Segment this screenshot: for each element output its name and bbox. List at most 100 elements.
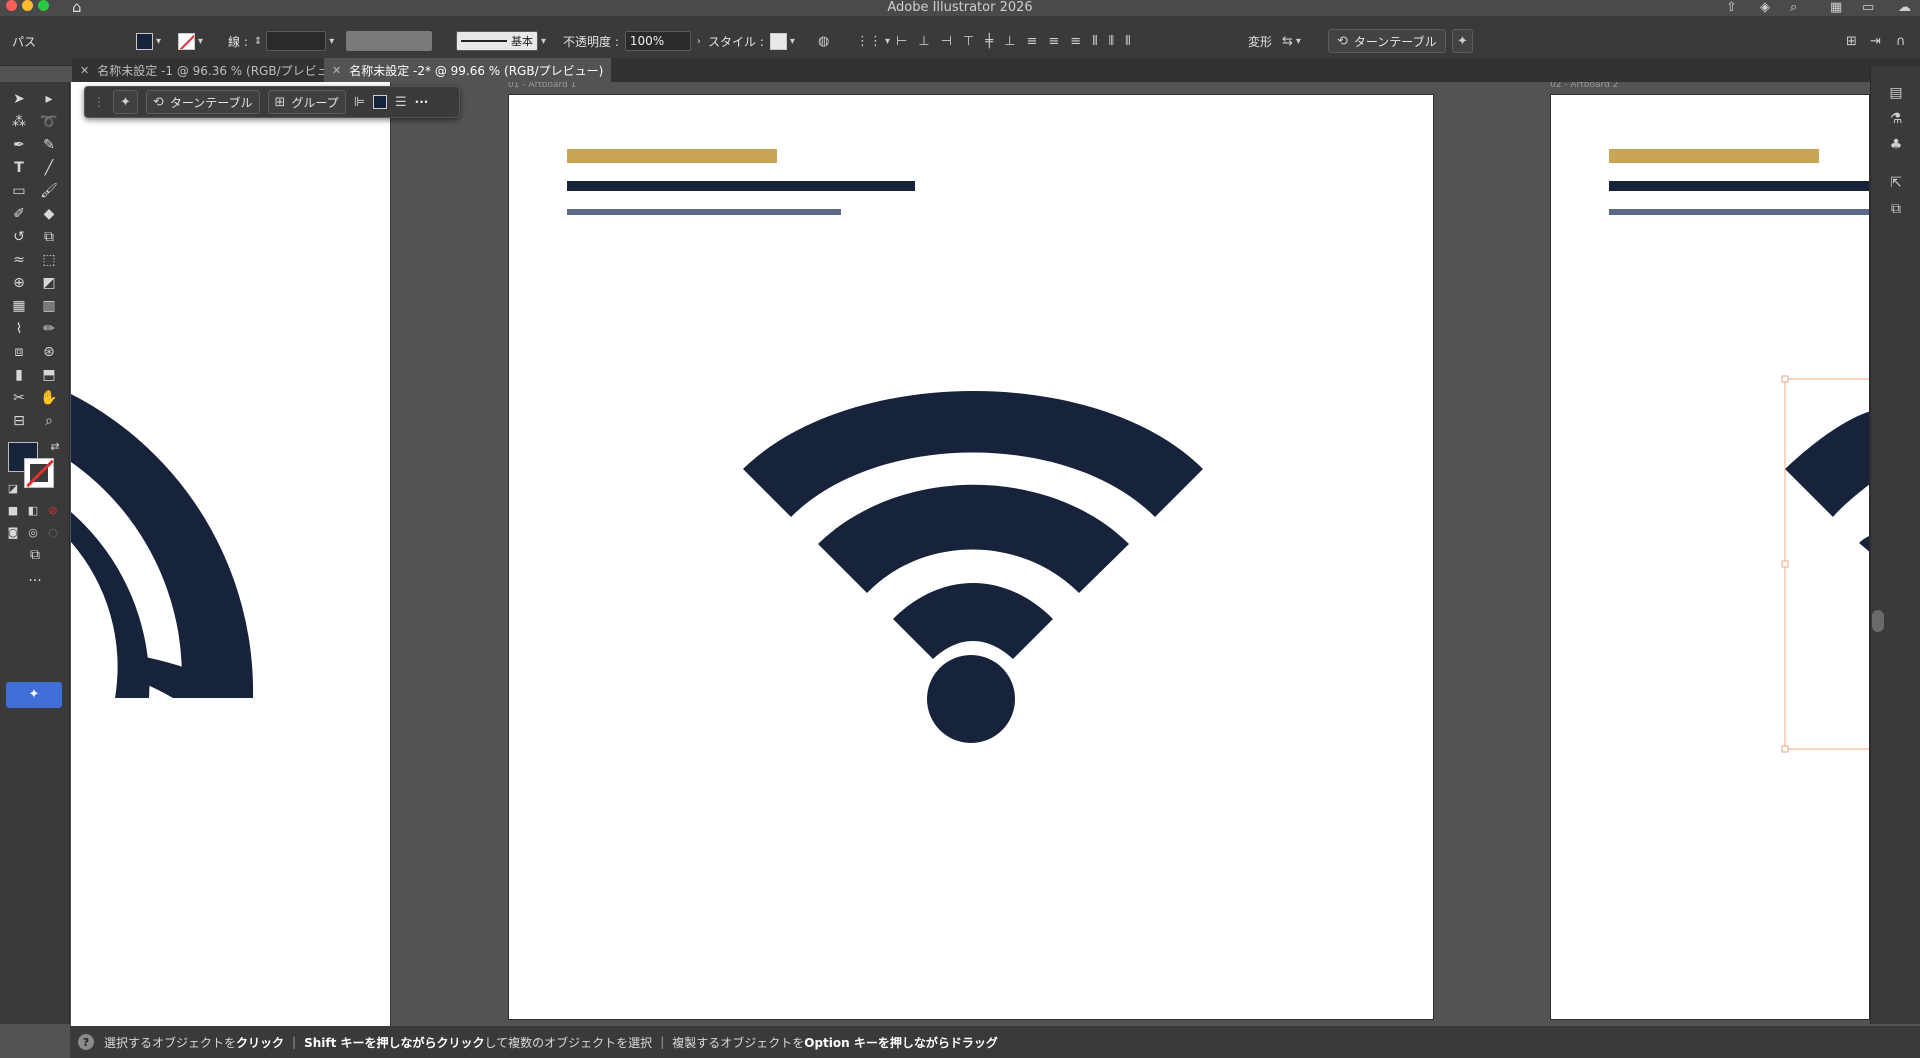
status-text-bold: Shift キーを押しながら [304,1035,437,1050]
generative-tool-button[interactable]: ✦ [6,682,62,708]
generative-button[interactable]: ✦ [113,90,138,114]
default-colors-icon[interactable]: ◪ [2,478,24,500]
menu-icon[interactable]: ☰ [395,95,407,110]
screen-mode-icon[interactable]: ⧉ [24,544,46,566]
status-text: 選択するオブジェクトを [104,1035,237,1050]
partial-wifi-artwork[interactable] [71,82,391,1026]
properties-panel-icon[interactable]: ▤ [1885,82,1907,104]
line-tool-icon[interactable]: ╱ [38,157,60,179]
search-icon[interactable]: ⌕ [1790,0,1797,15]
workspace-icon[interactable]: ▦ [1830,0,1842,15]
print-tiling-tool-icon[interactable]: ⊟ [8,410,30,432]
artboard-left[interactable] [71,82,391,1026]
stroke-swatch[interactable] [178,32,195,50]
wifi-icon-partial[interactable] [1551,95,1870,1020]
color-mode-icon[interactable]: ■ [2,500,24,522]
align-icon[interactable]: ⊫ [354,95,365,110]
chevron-right-icon[interactable]: › [697,36,701,47]
vertical-scrollbar[interactable] [1872,610,1884,632]
panel-toggle-icon[interactable]: ▭ [1862,0,1874,15]
align-bottom-icon[interactable]: ⊥ [1004,34,1015,49]
bell-icon[interactable]: ◈ [1760,0,1770,15]
fill-swatch[interactable] [136,32,153,50]
layers-panel-icon[interactable]: ⧉ [1885,198,1907,220]
swap-colors-icon[interactable]: ⇄ [44,436,66,458]
libraries-panel-icon[interactable]: ⚗ [1885,108,1907,130]
distribute-hcenter-icon[interactable]: ⫴ [1109,34,1114,49]
align-top-icon[interactable]: ⊤ [963,34,974,49]
distribute-vcenter-icon[interactable]: ≡ [1048,34,1059,49]
drag-handle-icon[interactable]: ⋮ [93,95,105,109]
tab-label: 名称未設定 -1 @ 96.36 % (RGB/プレビュー) [97,63,346,78]
free-transform-tool-icon[interactable]: ⬚ [38,249,60,271]
ctx-turntable-button[interactable]: ⟲ ターンテーブル [145,90,260,114]
paintbrush-tool-icon[interactable]: 🖌 [38,180,60,202]
scale-tool-icon[interactable]: ⧉ [38,226,60,248]
shaper-tool-icon[interactable]: ✐ [8,203,30,225]
align-left-icon[interactable]: ⊢ [896,34,907,49]
shape-builder-tool-icon[interactable]: ⊕ [8,272,30,294]
hand-tool-icon[interactable]: ✋ [38,387,60,409]
artboard-tool-icon[interactable]: ⬒ [38,364,60,386]
rectangle-tool-icon[interactable]: ▭ [8,180,30,202]
distribute-left-icon[interactable]: ⫴ [1092,34,1097,49]
draw-inside-icon[interactable]: ◌ [42,522,64,544]
live-paint-tool-icon[interactable]: ◩ [38,272,60,294]
none-mode-icon[interactable]: ⊘ [42,500,64,522]
zoom-tool-icon[interactable]: ⌕ [38,410,60,432]
type-tool-icon[interactable]: T [8,157,30,179]
rotate-tool-icon[interactable]: ↺ [8,226,30,248]
eraser-tool-icon[interactable]: ◆ [38,203,60,225]
symbols-panel-icon[interactable]: ♣ [1885,134,1907,156]
export-panel-icon[interactable]: ⇱ [1885,172,1907,194]
curvature-tool-icon[interactable]: ✎ [38,134,60,156]
tab-document-2[interactable]: ✕ 名称未設定 -2* @ 99.66 % (RGB/プレビュー) [324,58,612,82]
align-vcenter-icon[interactable]: ╪ [985,34,993,49]
artboard-center[interactable] [508,94,1434,1020]
stepper-icon[interactable]: ⇕ [254,36,262,47]
chevron-down-icon[interactable]: ▾ [329,36,334,47]
ctx-fill-swatch[interactable] [373,95,388,109]
distribute-top-icon[interactable]: ≡ [1026,34,1037,49]
warp-tool-icon[interactable]: ≈ [8,249,30,271]
draw-normal-icon[interactable]: ◙ [2,522,24,544]
close-tab-icon[interactable]: ✕ [332,64,341,77]
chevron-down-icon: ▾ [198,35,204,47]
cloud-icon[interactable]: ☁ [1898,0,1911,15]
align-hcenter-icon[interactable]: ⊥ [918,34,929,49]
lasso-tool-icon[interactable]: ➰ [38,111,60,133]
magic-wand-tool-icon[interactable]: ⁂ [8,111,30,133]
close-tab-icon[interactable]: ✕ [80,64,89,77]
pen-tool-icon[interactable]: ✒ [8,134,30,156]
artboard-right[interactable] [1550,94,1870,1020]
tab-document-1[interactable]: ✕ 名称未設定 -1 @ 96.36 % (RGB/プレビュー) [72,58,353,82]
symbol-sprayer-tool-icon[interactable]: ⊛ [38,341,60,363]
distribute-bottom-icon[interactable]: ≡ [1070,34,1081,49]
more-options-icon[interactable]: ··· [415,95,429,109]
blend-tool-icon[interactable]: ⧈ [8,341,30,363]
selection-tool-icon[interactable]: ➤ [8,88,30,110]
mesh-tool-icon[interactable]: ▦ [8,295,30,317]
eyedropper-tool-icon[interactable]: ⌇ [8,318,30,340]
distribute-right-icon[interactable]: ⫴ [1125,34,1130,49]
stroke-label: 線 : [228,34,248,49]
measure-tool-icon[interactable]: ✏ [38,318,60,340]
gradient-tool-icon[interactable]: ▥ [38,295,60,317]
share-icon[interactable]: ⇧ [1726,0,1737,15]
direct-selection-tool-icon[interactable]: ▸ [38,88,60,110]
gradient-mode-icon[interactable]: ◧ [22,500,44,522]
style-swatch[interactable] [769,32,787,50]
stroke-color-box[interactable] [24,458,54,488]
chevron-down-icon[interactable]: ▾ [790,36,795,47]
wifi-icon[interactable] [509,95,1435,1021]
slice-tool-icon[interactable]: ✂ [8,387,30,409]
opacity-input[interactable]: 100% [624,31,691,51]
draw-behind-icon[interactable]: ◎ [22,522,44,544]
canvas-area[interactable]: 01 - Artboard 1 02 - Artboard 2 [70,82,1870,1026]
edit-toolbar-icon[interactable]: ··· [24,570,46,592]
align-right-icon[interactable]: ⊣ [941,34,952,49]
ctx-group-button[interactable]: ⊞ グループ [267,90,346,114]
graph-tool-icon[interactable]: ▮ [8,364,30,386]
help-icon[interactable]: ? [78,1034,94,1050]
stroke-weight-input[interactable] [266,31,327,51]
